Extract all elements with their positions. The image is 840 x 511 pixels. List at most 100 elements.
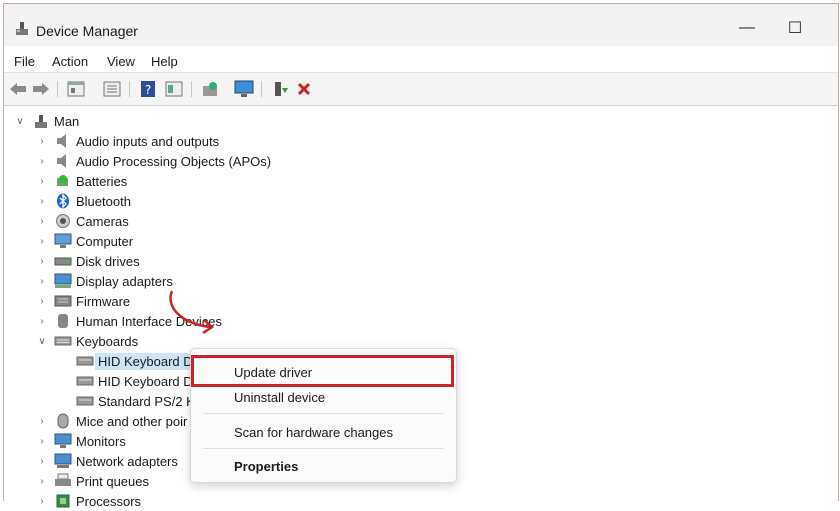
keyboard-child-hid-1[interactable]: HID Keyboard D: [70, 351, 196, 371]
tree-item-network[interactable]: › Network adapters: [36, 451, 178, 471]
tree-item-audio-inputs[interactable]: › Audio inputs and outputs: [36, 131, 219, 151]
tree-item-firmware[interactable]: › Firmware: [36, 291, 130, 311]
speaker-icon: [54, 152, 72, 170]
chevron-down-icon[interactable]: ∨: [14, 111, 26, 131]
tree-item-processors[interactable]: › Processors: [36, 491, 141, 511]
tree-item-label: Monitors: [76, 433, 126, 449]
computer-icon: [54, 232, 72, 250]
tree-item-label: Firmware: [76, 293, 131, 309]
tree-root[interactable]: ∨ Man: [14, 111, 79, 131]
tree-item-label: Print queues: [76, 473, 149, 489]
tree-item-label: Network adapters: [76, 453, 178, 469]
tree-item-apos[interactable]: › Audio Processing Objects (APOs): [36, 151, 271, 171]
disk-icon: [54, 252, 72, 270]
tree-item-label: Audio Processing Objects (APOs): [76, 153, 272, 169]
monitor-button[interactable]: [234, 79, 254, 99]
keyboard-child-ps2[interactable]: Standard PS/2 K: [70, 391, 195, 411]
properties-icon: [67, 81, 85, 97]
toolbar-separator: [57, 81, 58, 97]
tree-item-label: HID Keyboard D: [98, 373, 193, 389]
tree-item-display-adapters[interactable]: › Display adapters: [36, 271, 173, 291]
keyboard-icon: [76, 372, 94, 390]
chevron-right-icon[interactable]: ›: [36, 291, 48, 311]
chevron-right-icon[interactable]: ›: [36, 311, 48, 331]
chevron-right-icon[interactable]: ›: [36, 431, 48, 451]
device-manager-icon: [14, 20, 30, 36]
tree-item-bluetooth[interactable]: › Bluetooth: [36, 191, 131, 211]
action-button[interactable]: [164, 79, 184, 99]
tree-item-computer[interactable]: › Computer: [36, 231, 133, 251]
camera-icon: [54, 212, 72, 230]
printer-icon: [54, 472, 72, 490]
chevron-right-icon[interactable]: ›: [36, 451, 48, 471]
back-button[interactable]: [8, 79, 28, 99]
minimize-button[interactable]: —: [734, 17, 760, 39]
action-icon: [165, 81, 183, 97]
chevron-right-icon[interactable]: ›: [36, 271, 48, 291]
context-separator: [203, 448, 444, 449]
tree-item-cameras[interactable]: › Cameras: [36, 211, 128, 231]
context-separator: [203, 413, 444, 414]
scan-button[interactable]: [102, 79, 122, 99]
toolbar-separator: [261, 81, 262, 97]
keyboard-icon: [76, 392, 94, 410]
context-scan-hardware[interactable]: Scan for hardware changes: [234, 425, 393, 440]
tree-item-label: Standard PS/2 K: [98, 393, 195, 409]
window-frame: Device Manager — ☐ File Action View Help…: [3, 3, 839, 509]
network-icon: [54, 452, 72, 470]
keyboard-child-hid-2[interactable]: HID Keyboard D: [70, 371, 193, 391]
tree-item-label: Display adapters: [76, 273, 173, 289]
monitor-icon: [54, 432, 72, 450]
maximize-button[interactable]: ☐: [782, 17, 808, 39]
uninstall-button[interactable]: [294, 79, 314, 99]
context-properties[interactable]: Properties: [234, 459, 298, 474]
tree-item-mice[interactable]: › Mice and other poir: [36, 411, 187, 431]
tree-item-label: Mice and other poir: [76, 413, 188, 429]
menu-file[interactable]: File: [14, 54, 35, 69]
monitor-icon: [234, 80, 254, 97]
chevron-right-icon[interactable]: ›: [36, 491, 48, 511]
tree-item-keyboards[interactable]: ∨ Keyboards: [36, 331, 138, 351]
tree-item-label: Keyboards: [76, 333, 139, 349]
tree-root-label: Man: [54, 113, 80, 129]
help-button[interactable]: ?: [138, 79, 158, 99]
chevron-right-icon[interactable]: ›: [36, 131, 48, 151]
tree-item-print-queues[interactable]: › Print queues: [36, 471, 149, 491]
chevron-right-icon[interactable]: ›: [36, 231, 48, 251]
bluetooth-icon: [54, 192, 72, 210]
menu-help[interactable]: Help: [151, 54, 178, 69]
chevron-down-icon[interactable]: ∨: [36, 331, 48, 351]
back-icon: [10, 83, 26, 95]
scan-icon: [103, 81, 121, 97]
forward-button[interactable]: [31, 79, 51, 99]
update-driver-button[interactable]: [200, 79, 220, 99]
chevron-right-icon[interactable]: ›: [36, 191, 48, 211]
tree-item-disk-drives[interactable]: › Disk drives: [36, 251, 139, 271]
minimize-icon: —: [739, 19, 755, 36]
chevron-right-icon[interactable]: ›: [36, 211, 48, 231]
menu-view[interactable]: View: [107, 54, 135, 69]
chevron-right-icon[interactable]: ›: [36, 411, 48, 431]
cpu-icon: [54, 492, 72, 510]
uninstall-icon: [297, 82, 311, 96]
chevron-right-icon[interactable]: ›: [36, 471, 48, 491]
menu-action[interactable]: Action: [52, 54, 88, 69]
properties-button[interactable]: [66, 79, 86, 99]
maximize-icon: ☐: [787, 20, 803, 37]
tree-item-label: Batteries: [76, 173, 128, 189]
chevron-right-icon[interactable]: ›: [36, 251, 48, 271]
tree-item-label: Processors: [76, 493, 142, 509]
keyboard-icon: [76, 352, 94, 370]
tree-item-label: Computer: [76, 233, 134, 249]
enable-device-button[interactable]: [270, 79, 290, 99]
tree-item-monitors[interactable]: › Monitors: [36, 431, 126, 451]
window-title: Device Manager: [36, 23, 138, 39]
title-bar: Device Manager — ☐: [4, 4, 838, 46]
annotation-arrow-icon: [169, 290, 215, 335]
toolbar-separator: [129, 81, 130, 97]
tree-item-batteries[interactable]: › Batteries: [36, 171, 127, 191]
chevron-right-icon[interactable]: ›: [36, 151, 48, 171]
context-uninstall-device[interactable]: Uninstall device: [234, 390, 325, 405]
chevron-right-icon[interactable]: ›: [36, 171, 48, 191]
enable-device-icon: [275, 82, 288, 96]
